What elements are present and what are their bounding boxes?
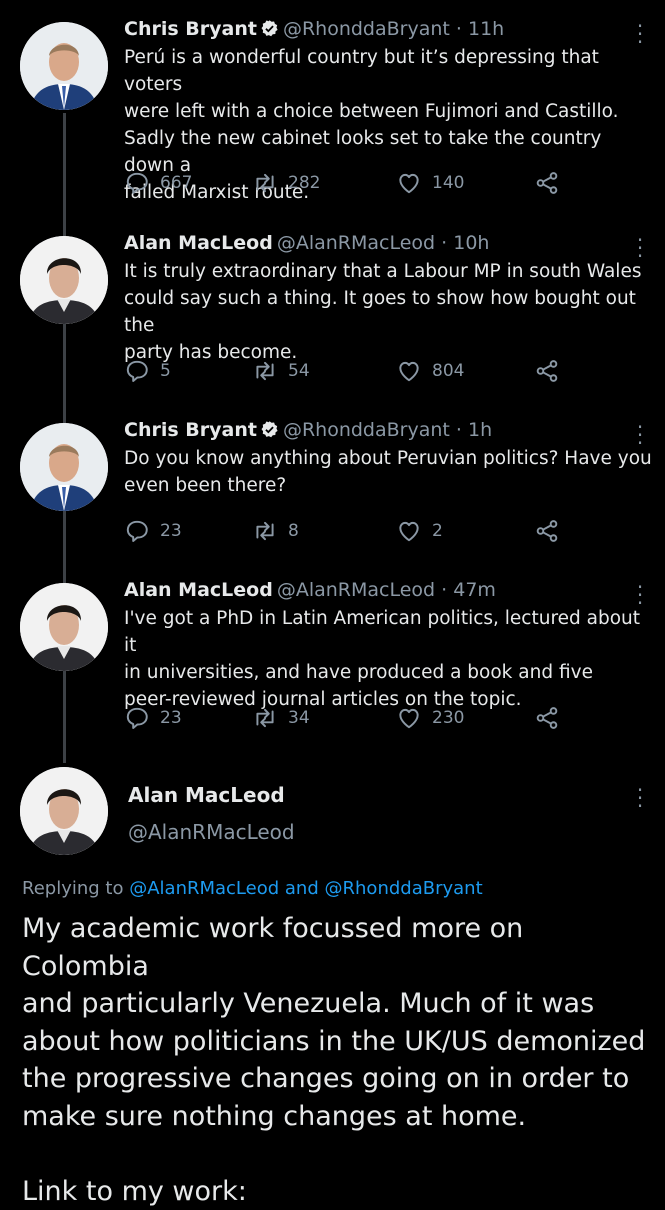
reply-count: 5 xyxy=(160,361,171,381)
like-icon xyxy=(399,521,419,542)
verified-badge-icon xyxy=(260,420,279,444)
more-options-icon[interactable]: · · · xyxy=(630,16,650,52)
retweet-icon xyxy=(256,361,274,381)
reply-count: 667 xyxy=(160,173,193,193)
share-button[interactable] xyxy=(534,168,570,198)
author-handle[interactable]: @AlanRMacLeod xyxy=(277,232,435,254)
replying-and[interactable]: and xyxy=(285,878,319,899)
retweet-button[interactable]: 8 xyxy=(252,516,299,546)
share-icon xyxy=(536,172,558,194)
reply-icon xyxy=(126,707,148,729)
tweet-actions: 23 34 230 xyxy=(124,703,584,733)
author-name[interactable]: Alan MacLeod xyxy=(124,579,273,601)
author-name[interactable]: Chris Bryant xyxy=(124,18,257,40)
mention-link[interactable]: @RhonddaBryant xyxy=(325,878,483,899)
share-icon xyxy=(536,360,558,382)
tweet-text: Do you know anything about Peruvian poli… xyxy=(124,448,652,496)
share-icon xyxy=(536,707,558,729)
author-handle[interactable]: @RhonddaBryant xyxy=(283,419,450,441)
tweet-text: I've got a PhD in Latin American politic… xyxy=(124,608,641,710)
like-button[interactable]: 140 xyxy=(396,168,464,198)
more-options-icon[interactable]: · · · xyxy=(630,417,650,453)
retweet-count: 34 xyxy=(288,708,310,728)
retweet-count: 282 xyxy=(288,173,321,193)
mention-link[interactable]: @AlanRMacLeod xyxy=(129,878,279,899)
reply-button[interactable]: 667 xyxy=(124,168,192,198)
share-button[interactable] xyxy=(534,703,570,733)
timestamp[interactable]: 1h xyxy=(468,419,492,441)
tweet-header: Chris Bryant @RhonddaBryant · 1h xyxy=(124,419,492,444)
author-name[interactable]: Alan MacLeod xyxy=(124,232,273,254)
timestamp[interactable]: 11h xyxy=(468,18,504,40)
tweet-header: Alan MacLeod @AlanRMacLeod · 10h xyxy=(124,232,489,254)
more-options-icon[interactable]: · · · xyxy=(630,780,650,816)
author-handle[interactable]: @RhonddaBryant xyxy=(283,18,450,40)
like-icon xyxy=(399,708,419,729)
retweet-button[interactable]: 54 xyxy=(252,356,310,386)
like-button[interactable]: 2 xyxy=(396,516,443,546)
more-options-icon[interactable]: · · · xyxy=(630,577,650,613)
share-icon xyxy=(536,520,558,542)
like-icon xyxy=(399,361,419,382)
retweet-icon xyxy=(256,173,274,193)
tweet-text: It is truly extraordinary that a Labour … xyxy=(124,261,642,363)
author-name[interactable]: Chris Bryant xyxy=(124,419,257,441)
more-options-icon[interactable]: · · · xyxy=(630,230,650,266)
avatar[interactable] xyxy=(20,583,108,671)
share-button[interactable] xyxy=(534,516,570,546)
tweet-header: Chris Bryant @RhonddaBryant · 11h xyxy=(124,18,504,43)
tweet-actions: 667 282 140 xyxy=(124,168,584,198)
like-icon xyxy=(399,173,419,194)
separator: · xyxy=(455,419,462,441)
avatar[interactable] xyxy=(20,22,108,110)
avatar[interactable] xyxy=(20,236,108,324)
share-button[interactable] xyxy=(534,356,570,386)
reply-count: 23 xyxy=(160,521,182,541)
timestamp[interactable]: 47m xyxy=(453,579,496,601)
reply-icon xyxy=(126,172,148,194)
reply-count: 23 xyxy=(160,708,182,728)
timestamp[interactable]: 10h xyxy=(453,232,489,254)
separator: · xyxy=(455,18,462,40)
author-handle[interactable]: @AlanRMacLeod xyxy=(277,579,435,601)
reply-button[interactable]: 5 xyxy=(124,356,171,386)
main-tweet-text: My academic work focussed more on Colomb… xyxy=(22,913,646,1207)
reply-icon xyxy=(126,360,148,382)
reply-icon xyxy=(126,520,148,542)
replying-to-label: Replying to xyxy=(22,878,124,899)
retweet-icon xyxy=(256,521,274,541)
separator: · xyxy=(441,579,448,601)
author-name[interactable]: Alan MacLeod xyxy=(128,783,285,807)
tweet-actions: 23 8 2 xyxy=(124,516,584,546)
retweet-button[interactable]: 34 xyxy=(252,703,310,733)
tweet-header: Alan MacLeod @AlanRMacLeod · 47m xyxy=(124,579,496,601)
retweet-icon xyxy=(256,708,274,728)
reply-button[interactable]: 23 xyxy=(124,516,182,546)
verified-badge-icon xyxy=(260,19,279,43)
retweet-button[interactable]: 282 xyxy=(252,168,320,198)
avatar[interactable] xyxy=(20,423,108,511)
retweet-count: 54 xyxy=(288,361,310,381)
author-handle[interactable]: @AlanRMacLeod xyxy=(128,820,295,844)
like-count: 804 xyxy=(432,361,465,381)
like-count: 230 xyxy=(432,708,465,728)
like-count: 2 xyxy=(432,521,443,541)
like-button[interactable]: 804 xyxy=(396,356,464,386)
like-count: 140 xyxy=(432,173,465,193)
tweet-actions: 5 54 804 xyxy=(124,356,584,386)
like-button[interactable]: 230 xyxy=(396,703,464,733)
replying-to-line: Replying to @AlanRMacLeod and @RhonddaBr… xyxy=(22,878,483,899)
reply-button[interactable]: 23 xyxy=(124,703,182,733)
retweet-count: 8 xyxy=(288,521,299,541)
avatar[interactable] xyxy=(20,767,108,855)
separator: · xyxy=(441,232,448,254)
